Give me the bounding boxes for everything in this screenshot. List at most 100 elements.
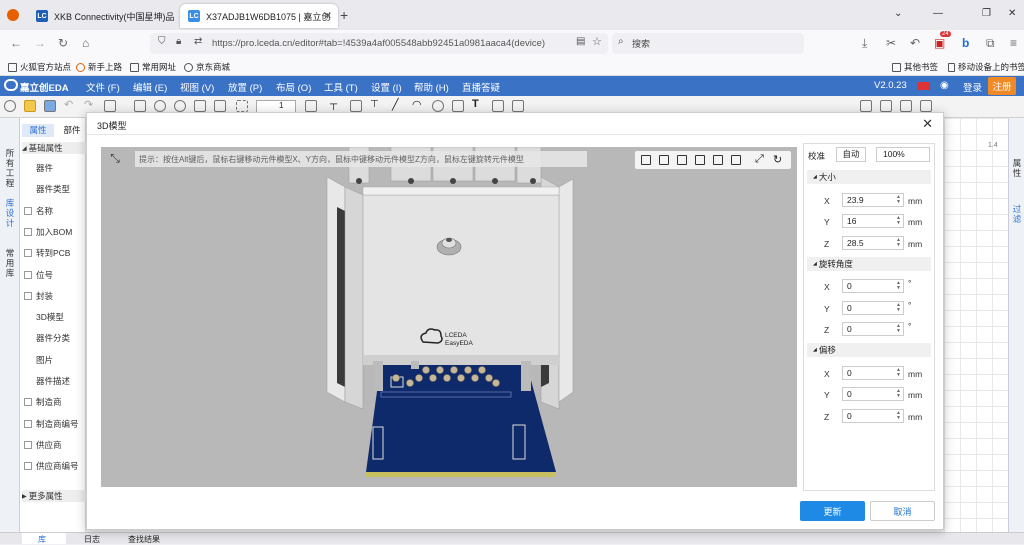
zoom-out-icon[interactable]: [174, 100, 186, 112]
property-row[interactable]: 加入BOM: [24, 226, 72, 238]
menu-edit[interactable]: 编辑 (E): [133, 80, 167, 94]
open-folder-icon[interactable]: [24, 100, 36, 112]
menu-file[interactable]: 文件 (F): [86, 80, 120, 94]
menu-help[interactable]: 帮助 (H): [414, 80, 449, 94]
minimize-icon[interactable]: —: [933, 8, 943, 19]
property-row[interactable]: 器件描述: [36, 375, 70, 387]
offset-y-input[interactable]: 0 ▲ ▼: [842, 387, 904, 401]
tab-search-results[interactable]: 查找结果: [128, 534, 160, 545]
layers-icon[interactable]: [900, 100, 912, 112]
save-icon[interactable]: [44, 100, 56, 112]
property-row[interactable]: 器件: [36, 162, 53, 174]
home-icon[interactable]: ⌂: [82, 36, 89, 50]
undo-close-icon[interactable]: ↶: [910, 36, 920, 50]
property-row[interactable]: 3D模型: [36, 311, 64, 323]
restore-icon[interactable]: ❐: [982, 8, 991, 19]
collapse-view-icon[interactable]: ⤡: [105, 151, 125, 169]
size-y-input[interactable]: 16 ▲ ▼: [842, 214, 904, 228]
schematic-canvas[interactable]: 1.4: [944, 118, 1008, 532]
view-top-icon[interactable]: [713, 155, 723, 165]
bookmark-item[interactable]: 其他书签: [892, 61, 938, 73]
tab-all-projects[interactable]: 所有工程: [3, 148, 17, 188]
close-tab-icon[interactable]: ✕: [324, 11, 332, 22]
menu-view[interactable]: 视图 (V): [180, 80, 214, 94]
zoom-in-icon[interactable]: [154, 100, 166, 112]
table-icon[interactable]: [512, 100, 524, 112]
property-row[interactable]: 位号: [24, 269, 53, 281]
scale-input[interactable]: 100%: [876, 147, 930, 162]
property-row[interactable]: 供应商: [24, 439, 62, 451]
menu-layout[interactable]: 布局 (O): [276, 80, 311, 94]
lock-icon[interactable]: 🔒︎: [176, 36, 181, 47]
offset-x-input[interactable]: 0 ▲ ▼: [842, 366, 904, 380]
section-size[interactable]: ◢ 大小: [807, 170, 931, 184]
register-button[interactable]: 注册: [988, 77, 1016, 95]
tab-list-icon[interactable]: ⌄: [894, 8, 902, 19]
property-row[interactable]: 制造商: [24, 396, 62, 408]
bookmark-item[interactable]: 新手上路: [76, 61, 122, 73]
property-row[interactable]: 名称: [24, 205, 53, 217]
property-checkbox[interactable]: [24, 419, 32, 428]
property-row[interactable]: 制造商编号: [24, 418, 79, 430]
screenshot-icon[interactable]: ✂: [886, 36, 896, 50]
rotation-y-input[interactable]: 0 ▲ ▼: [842, 301, 904, 315]
properties-icon[interactable]: [860, 100, 872, 112]
select-area-icon[interactable]: [236, 100, 248, 112]
bookmark-star-icon[interactable]: ☆: [592, 35, 602, 48]
section-more-properties[interactable]: ▶ 更多属性: [22, 490, 86, 502]
permissions-icon[interactable]: ⇄: [194, 36, 202, 47]
reset-view-icon[interactable]: ↻: [773, 153, 782, 166]
browser-tab-xkb[interactable]: LC XKB Connectivity(中国星坤)品: [28, 4, 176, 28]
property-row[interactable]: 供应商编号: [24, 460, 79, 472]
shield-icon[interactable]: ⛉: [158, 36, 166, 47]
tab-common-library[interactable]: 常用库: [3, 248, 17, 278]
tab-properties[interactable]: 属性: [22, 124, 54, 137]
undo-icon[interactable]: ↶: [64, 98, 76, 111]
tab-parts[interactable]: 部件: [58, 124, 86, 137]
forward-icon[interactable]: →: [34, 36, 46, 50]
fit-view-icon[interactable]: [194, 100, 206, 112]
view-left-icon[interactable]: [677, 155, 687, 165]
flag-icon[interactable]: [918, 82, 930, 90]
tab-filter[interactable]: 过滤: [1010, 204, 1024, 224]
url-bar[interactable]: ⛉ 🔒︎ ⇄ https://pro.lceda.cn/editor#tab=!…: [150, 33, 608, 54]
copy-icon[interactable]: [134, 100, 146, 112]
reader-view-icon[interactable]: ▤: [576, 36, 585, 47]
fullscreen-icon[interactable]: ⤢: [755, 153, 764, 166]
property-checkbox[interactable]: [24, 249, 32, 258]
extensions-icon[interactable]: ⧉: [986, 36, 995, 51]
net-label-icon[interactable]: ⊤: [370, 99, 382, 111]
fit-selection-icon[interactable]: [214, 100, 226, 112]
tab-library-design[interactable]: 库设计: [3, 198, 17, 228]
section-rotation[interactable]: ◢ 旋转角度: [807, 257, 931, 271]
cancel-button[interactable]: 取消: [870, 501, 935, 521]
tab-attributes[interactable]: 属性: [1010, 158, 1024, 178]
extension-gift-icon[interactable]: ▣: [934, 36, 945, 50]
close-window-icon[interactable]: ✕: [1008, 8, 1016, 19]
menu-settings[interactable]: 设置 (I): [371, 80, 402, 94]
arc-icon[interactable]: ◠: [412, 98, 424, 111]
property-checkbox[interactable]: [24, 227, 32, 236]
redo-icon[interactable]: ↷: [84, 98, 96, 111]
section-offset[interactable]: ◢ 偏移: [807, 343, 931, 357]
panel-icon[interactable]: [920, 100, 932, 112]
size-z-input[interactable]: 28.5 ▲ ▼: [842, 236, 904, 250]
menu-place[interactable]: 放置 (P): [228, 80, 262, 94]
property-checkbox[interactable]: [24, 398, 32, 407]
rotation-x-input[interactable]: 0 ▲ ▼: [842, 279, 904, 293]
bookmark-item[interactable]: 京东商城: [184, 61, 230, 73]
tab-library[interactable]: 库: [38, 534, 46, 545]
property-checkbox[interactable]: [24, 440, 32, 449]
bus-icon[interactable]: [350, 100, 362, 112]
property-row[interactable]: 器件分类: [36, 332, 70, 344]
auto-calibrate-button[interactable]: 自动: [836, 147, 866, 162]
property-checkbox[interactable]: [24, 206, 32, 215]
tab-log[interactable]: 日志: [84, 534, 100, 545]
back-icon[interactable]: ←: [10, 36, 22, 50]
view-back-icon[interactable]: [659, 155, 669, 165]
delete-icon[interactable]: [104, 100, 116, 112]
image-icon[interactable]: [492, 100, 504, 112]
property-row[interactable]: 封装: [24, 290, 53, 302]
rectangle-icon[interactable]: [452, 100, 464, 112]
downloads-icon[interactable]: ⤓: [862, 36, 867, 51]
